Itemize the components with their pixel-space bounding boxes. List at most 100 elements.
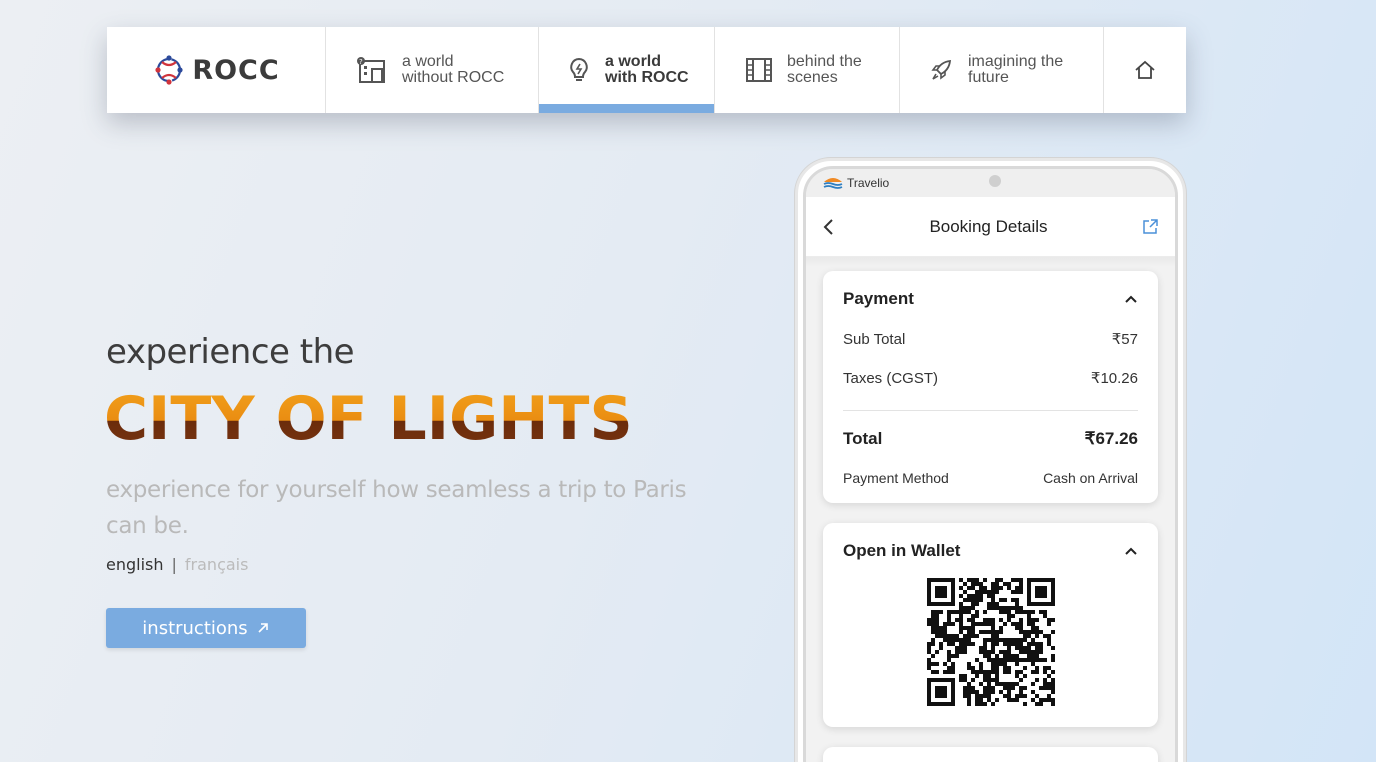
qr-module — [1019, 694, 1023, 698]
qr-module — [1015, 626, 1019, 630]
qr-module — [1047, 622, 1051, 626]
qr-module — [963, 650, 967, 654]
qr-module — [951, 654, 955, 658]
qr-module — [991, 606, 995, 610]
chevron-up-icon[interactable] — [1124, 294, 1138, 304]
qr-module — [1047, 686, 1051, 690]
qr-module — [1027, 618, 1031, 622]
qr-module — [1023, 650, 1027, 654]
qr-module — [987, 594, 991, 598]
qr-module — [975, 694, 979, 698]
qr-module — [1015, 622, 1019, 626]
qr-module — [1043, 634, 1047, 638]
nav-item-behind-the-scenes[interactable]: behind the scenes — [715, 27, 900, 113]
qr-module — [1039, 698, 1043, 702]
qr-module — [1011, 606, 1015, 610]
qr-module — [963, 690, 967, 694]
qr-module — [983, 702, 987, 706]
qr-module — [955, 638, 959, 642]
home-button[interactable] — [1104, 27, 1186, 113]
qr-module — [1035, 618, 1039, 622]
qr-module — [1039, 642, 1043, 646]
back-arrow-icon[interactable] — [822, 218, 836, 236]
qr-module — [931, 662, 935, 666]
qr-module — [1027, 634, 1031, 638]
qr-module — [967, 686, 971, 690]
chevron-up-icon[interactable] — [1124, 546, 1138, 556]
qr-module — [947, 634, 951, 638]
qr-module — [1031, 690, 1035, 694]
share-icon[interactable] — [1141, 218, 1159, 236]
qr-module — [1031, 682, 1035, 686]
qr-module — [999, 598, 1003, 602]
total-row: Total ₹67.26 — [843, 429, 1138, 449]
sub-total-row: Sub Total ₹57 — [843, 329, 1138, 349]
qr-module — [995, 642, 999, 646]
qr-module — [1027, 658, 1031, 662]
rocc-logo[interactable]: ROCC — [107, 27, 326, 113]
rocket-icon — [931, 59, 952, 80]
qr-module — [931, 618, 935, 622]
qr-module — [1019, 638, 1023, 642]
qr-module — [995, 662, 999, 666]
qr-module — [1031, 618, 1035, 622]
qr-module — [1047, 674, 1051, 678]
qr-module — [971, 630, 975, 634]
qr-module — [1007, 646, 1011, 650]
qr-module — [927, 666, 931, 670]
qr-module — [991, 658, 995, 662]
next-card — [823, 747, 1158, 762]
qr-module — [967, 638, 971, 642]
qr-module — [947, 658, 951, 662]
building-question-icon: ? — [357, 57, 385, 83]
nav-item-imagining-the-future[interactable]: imagining the future — [900, 27, 1104, 113]
qr-module — [983, 590, 987, 594]
qr-module — [947, 614, 951, 618]
qr-module — [939, 634, 943, 638]
qr-module — [1007, 694, 1011, 698]
qr-module — [995, 606, 999, 610]
instructions-button[interactable]: instructions — [106, 608, 306, 648]
booking-scroll-area[interactable]: Payment Sub Total ₹57 Taxes (CGST) ₹10.2… — [806, 257, 1175, 762]
qr-module — [999, 618, 1003, 622]
nav-item-world-with-rocc[interactable]: a world with ROCC — [539, 27, 715, 113]
lang-english[interactable]: english — [106, 555, 164, 574]
qr-module — [959, 638, 963, 642]
home-icon — [1135, 60, 1155, 79]
qr-module — [1007, 642, 1011, 646]
qr-module — [1019, 582, 1023, 586]
qr-module — [943, 670, 947, 674]
qr-module — [979, 582, 983, 586]
qr-module — [971, 690, 975, 694]
qr-module — [987, 686, 991, 690]
qr-module — [1011, 686, 1015, 690]
qr-module — [1035, 626, 1039, 630]
qr-module — [1023, 686, 1027, 690]
qr-module — [1031, 630, 1035, 634]
qr-module — [1011, 598, 1015, 602]
qr-module — [979, 694, 983, 698]
qr-module — [1047, 618, 1051, 622]
qr-module — [927, 622, 931, 626]
qr-module — [983, 638, 987, 642]
qr-module — [991, 702, 995, 706]
qr-module — [1051, 646, 1055, 650]
hero-subtitle: experience for yourself how seamless a t… — [106, 477, 687, 539]
qr-module — [1051, 698, 1055, 702]
qr-module — [975, 658, 979, 662]
qr-module — [1019, 610, 1023, 614]
qr-module — [1011, 658, 1015, 662]
payment-method-value: Cash on Arrival — [1043, 470, 1138, 486]
qr-module — [983, 670, 987, 674]
qr-module — [947, 670, 951, 674]
qr-module — [935, 634, 939, 638]
qr-module — [1027, 654, 1031, 658]
lang-french[interactable]: français — [185, 555, 249, 574]
qr-module — [1047, 638, 1051, 642]
top-navigation: ROCC ? a world without ROCC a world with… — [107, 27, 1186, 113]
nav-item-world-without-rocc[interactable]: ? a world without ROCC — [326, 27, 539, 113]
qr-module — [979, 682, 983, 686]
qr-module — [967, 662, 971, 666]
qr-module — [1035, 670, 1039, 674]
qr-module — [1003, 686, 1007, 690]
